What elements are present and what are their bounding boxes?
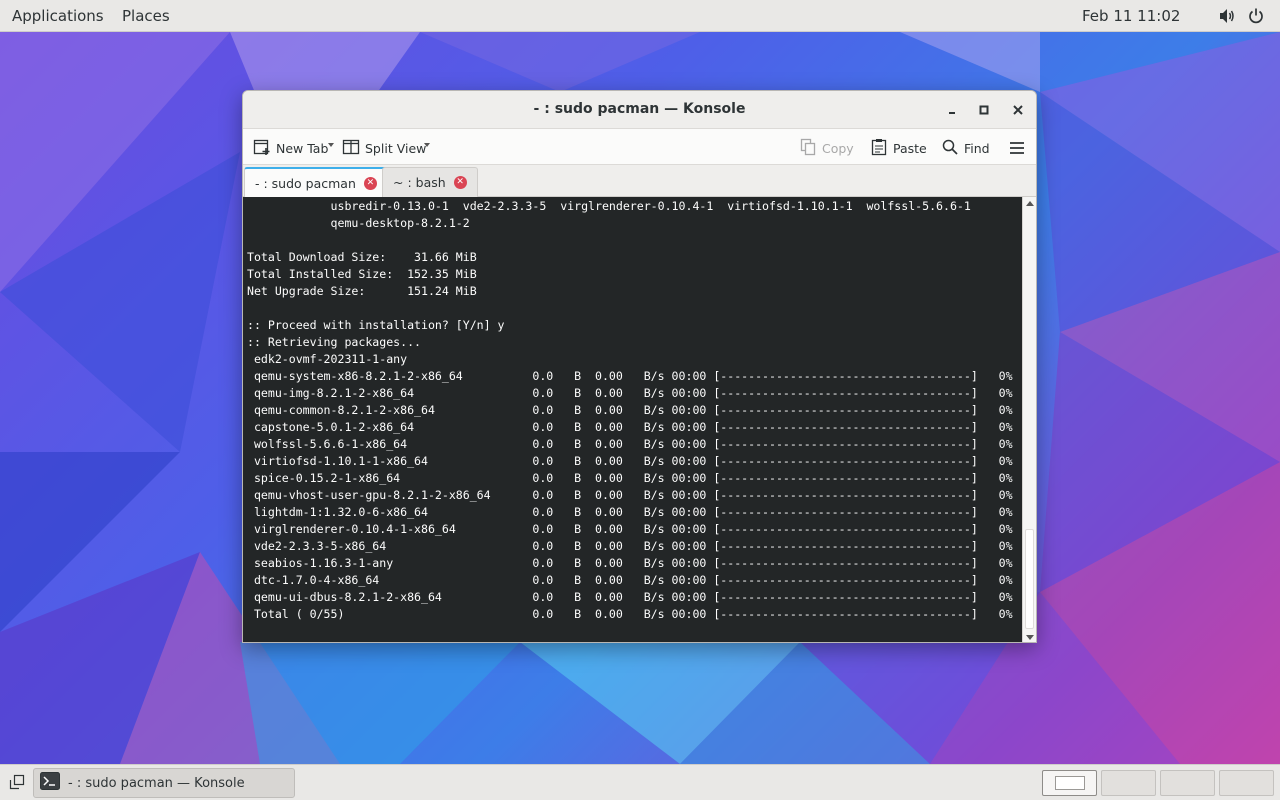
top-panel: Applications Places Feb 11 11:02: [0, 0, 1280, 32]
split-view-label: Split View: [365, 140, 427, 156]
terminal-output[interactable]: usbredir-0.13.0-1 vde2-2.3.3-5 virglrend…: [243, 197, 1022, 642]
scrollbar-thumb[interactable]: [1025, 529, 1034, 629]
new-tab-icon: [253, 138, 271, 159]
new-tab-label: New Tab: [276, 140, 329, 156]
terminal-scrollbar[interactable]: [1022, 197, 1036, 642]
close-tab-icon[interactable]: ✕: [453, 176, 467, 189]
tab-bash[interactable]: ~ : bash ✕: [382, 167, 478, 197]
maximize-icon[interactable]: [975, 101, 993, 119]
tab-label: ~ : bash: [393, 175, 446, 190]
tab-label: - : sudo pacman: [255, 175, 356, 191]
window-titlebar[interactable]: - : sudo pacman — Konsole: [243, 91, 1036, 128]
bottom-panel: - : sudo pacman — Konsole: [0, 764, 1280, 800]
workspace-4[interactable]: [1219, 770, 1274, 796]
scroll-up-icon[interactable]: [1026, 201, 1034, 206]
clock[interactable]: Feb 11 11:02: [1082, 7, 1180, 25]
window-title: - : sudo pacman — Konsole: [533, 101, 746, 117]
close-tab-icon[interactable]: ✕: [363, 176, 377, 190]
paste-icon: [870, 138, 888, 159]
new-tab-dropdown-icon[interactable]: [328, 143, 334, 147]
power-icon[interactable]: [1247, 7, 1265, 25]
hamburger-menu-icon[interactable]: [1008, 137, 1026, 159]
search-icon: [941, 138, 959, 159]
close-icon[interactable]: [1009, 101, 1027, 119]
copy-icon: [799, 138, 817, 159]
scroll-down-icon[interactable]: [1026, 635, 1034, 640]
split-view-icon: [342, 138, 360, 159]
workspace-3[interactable]: [1160, 770, 1215, 796]
find-label: Find: [964, 140, 990, 156]
konsole-window: - : sudo pacman — Konsole New Tab Split …: [242, 90, 1037, 643]
applications-menu[interactable]: Applications: [12, 7, 104, 25]
tab-sudo-pacman[interactable]: - : sudo pacman ✕: [244, 167, 388, 197]
minimize-icon[interactable]: [943, 101, 961, 119]
terminal-icon: [40, 772, 60, 794]
terminal-text: usbredir-0.13.0-1 vde2-2.3.3-5 virglrend…: [247, 199, 1013, 621]
copy-label: Copy: [822, 140, 854, 156]
toolbar: New Tab Split View Copy Paste Find: [243, 128, 1036, 165]
workspace-2[interactable]: [1101, 770, 1156, 796]
paste-button[interactable]: Paste: [870, 137, 927, 159]
places-menu[interactable]: Places: [122, 7, 170, 25]
tab-bar: - : sudo pacman ✕ ~ : bash ✕: [243, 165, 1036, 197]
find-button[interactable]: Find: [941, 137, 990, 159]
volume-icon[interactable]: [1218, 7, 1236, 25]
split-view-button[interactable]: Split View: [342, 137, 426, 159]
split-view-dropdown-icon[interactable]: [424, 143, 430, 147]
paste-label: Paste: [893, 140, 927, 156]
workspace-1[interactable]: [1042, 770, 1097, 796]
workspace-window-preview: [1055, 776, 1085, 790]
new-tab-button[interactable]: New Tab: [253, 137, 328, 159]
taskbar-item-konsole[interactable]: - : sudo pacman — Konsole: [33, 768, 295, 798]
copy-button[interactable]: Copy: [799, 137, 854, 159]
taskbar-item-label: - : sudo pacman — Konsole: [68, 775, 245, 791]
show-desktop-icon[interactable]: [9, 774, 25, 794]
